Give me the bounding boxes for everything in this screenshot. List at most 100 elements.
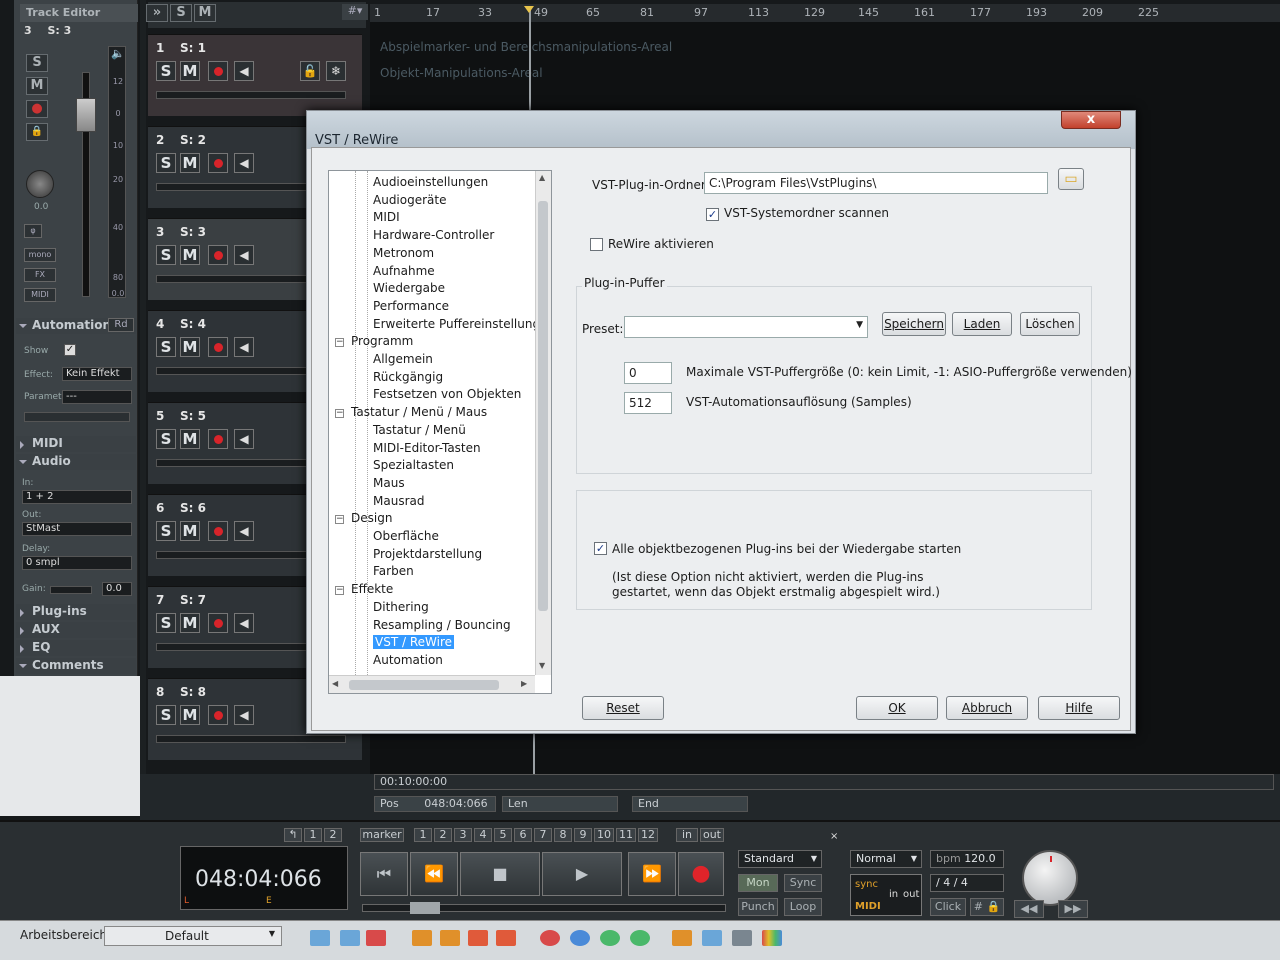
solo-button[interactable]: S [156,337,176,357]
playback-cursor[interactable] [529,6,531,116]
tree-item[interactable]: Resampling / Bouncing [373,618,511,632]
automation-resolution-input[interactable]: 512 [624,392,672,414]
save-preset-button[interactable]: Speichern [882,312,946,336]
view-icon[interactable] [340,930,360,946]
tree-horizontal-scrollbar[interactable]: ◀ ▶ [329,675,535,693]
effect-icon[interactable] [702,930,722,946]
record-arm-button[interactable] [208,61,228,81]
workspace-select[interactable]: Default ▼ [104,926,282,946]
loop-icon[interactable]: ↰ [284,828,302,842]
monitor-icon[interactable]: ◀ [234,705,254,725]
standard-select[interactable]: Standard ▼ [738,850,822,868]
spectrum-icon[interactable] [762,930,782,946]
record-arm-button[interactable] [208,337,228,357]
phase-button[interactable]: φ [24,224,42,238]
tree-collapse-icon[interactable]: − [335,515,344,525]
marker-button[interactable]: 7 [534,828,552,842]
freeze-icon[interactable]: ❄ [326,61,346,81]
mon-button[interactable]: Mon [738,874,778,892]
tree-item[interactable]: Automation [373,653,443,667]
monitor-icon[interactable]: ◀ [234,61,254,81]
go-to-start-icon[interactable]: ⏮ [360,852,408,896]
marker-tool-icon[interactable] [570,930,590,946]
mute-button[interactable]: M [180,337,200,357]
start-plugins-checkbox[interactable]: ✓ [594,542,607,555]
track-header[interactable]: 1 S: 1 S M ◀ 🔓 ❄ [148,34,362,116]
mute-button[interactable]: M [180,521,200,541]
track-name[interactable]: S: 3 [180,225,206,239]
tree-item[interactable]: Maus [373,476,405,490]
tree-collapse-icon[interactable]: − [335,338,344,348]
reset-button[interactable]: Reset [582,696,664,720]
grid-lock-icon[interactable]: # 🔒 [970,898,1004,916]
help-button[interactable]: Hilfe [1038,696,1120,720]
normal-select[interactable]: Normal ▼ [850,850,922,868]
fx-button[interactable]: FX [24,268,56,282]
bpm-field[interactable]: bpm 120.0 [930,850,1004,868]
loop-button-toggle[interactable]: Loop [784,898,822,916]
main-time-display[interactable]: 048:04:066 [180,846,348,910]
playhead-marker-icon[interactable] [524,6,534,18]
tree-item[interactable]: Festsetzen von Objekten [373,387,521,401]
marker-tool-icon[interactable] [630,930,650,946]
tree-item[interactable]: Dithering [373,600,429,614]
load-preset-button[interactable]: Laden [952,312,1012,336]
scroll-down-icon[interactable]: ▼ [539,661,545,670]
tree-item[interactable]: Wiedergabe [373,281,445,295]
tree-item[interactable]: Tastatur / Menü / Maus [351,405,487,419]
lock-icon[interactable]: 🔒 [26,123,48,141]
record-arm-button[interactable] [208,521,228,541]
ok-button[interactable]: OK [856,696,938,720]
in-marker-button[interactable]: in [676,828,698,842]
rewire-checkbox[interactable] [590,238,603,251]
track-name[interactable]: S: 4 [180,317,206,331]
jog-forward-icon[interactable]: ▶▶ [1058,900,1088,918]
audio-section[interactable]: Audio [16,454,136,470]
grid-icon[interactable]: #▾ [342,4,368,20]
view-icon[interactable] [310,930,330,946]
eq-section[interactable]: EQ [16,640,136,656]
solo-button[interactable]: S [156,429,176,449]
tree-item[interactable]: Erweiterte Puffereinstellungen [373,317,551,331]
volume-fader-handle[interactable] [76,98,96,132]
solo-button[interactable]: S [156,613,176,633]
end-field[interactable]: End [632,796,748,812]
cancel-button[interactable]: Abbruch [946,696,1028,720]
vst-folder-input[interactable]: C:\Program Files\VstPlugins\ [704,172,1048,194]
solo-all-button[interactable]: S [170,4,192,22]
marker-button[interactable]: 5 [494,828,512,842]
dialog-title[interactable]: VST / ReWire [307,111,1135,149]
tool-icon[interactable] [496,930,516,946]
tree-item[interactable]: MIDI [373,210,400,224]
record-arm-button[interactable] [208,245,228,265]
tree-item[interactable]: Audioeinstellungen [373,175,488,189]
tree-item[interactable]: Audiogeräte [373,193,446,207]
input-select[interactable]: 1 + 2 [22,490,132,504]
pan-knob[interactable] [26,170,54,198]
loop-button[interactable]: 2 [324,828,342,842]
track-name[interactable]: S: 1 [180,41,206,55]
track-name[interactable]: S: 8 [180,685,206,699]
jog-rewind-icon[interactable]: ◀◀ [1014,900,1044,918]
monitor-icon[interactable]: ◀ [234,521,254,541]
track-editor-solo-button[interactable]: S [26,54,48,72]
marker-button[interactable]: 2 [434,828,452,842]
tree-item[interactable]: Allgemein [373,352,433,366]
delay-field[interactable]: 0 smpl [22,556,132,570]
tool-icon[interactable] [440,930,460,946]
marker-tool-icon[interactable] [540,930,560,946]
monitor-icon[interactable]: ◀ [234,245,254,265]
marker-button[interactable]: 9 [574,828,592,842]
pos-field[interactable]: Pos 048:04:066 [374,796,496,812]
lock-icon[interactable]: 🔓 [300,61,320,81]
plugins-section[interactable]: Plug-ins [16,604,136,620]
solo-button[interactable]: S [156,521,176,541]
automation-mode[interactable]: Rd [108,318,134,332]
tree-vertical-scrollbar[interactable]: ▲ ▼ [535,171,551,675]
tree-item[interactable]: Performance [373,299,449,313]
marker-button[interactable]: 1 [414,828,432,842]
track-name[interactable]: S: 5 [180,409,206,423]
effect-icon[interactable] [672,930,692,946]
rewind-icon[interactable]: ⏪ [410,852,458,896]
solo-button[interactable]: S [156,153,176,173]
